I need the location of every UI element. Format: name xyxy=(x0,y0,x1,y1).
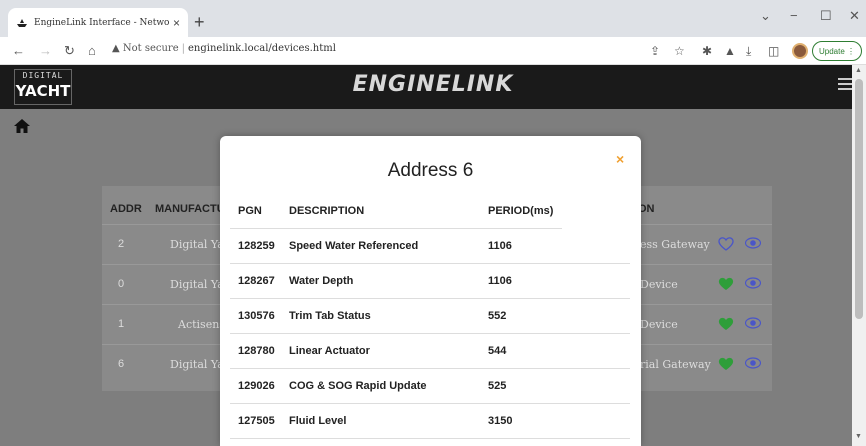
pgn-period: 3150 xyxy=(488,415,513,427)
pgn-row: 128267 Water Depth 1106 xyxy=(230,264,630,299)
eye-icon[interactable] xyxy=(745,277,761,289)
reload-icon[interactable]: ↻ xyxy=(64,43,75,59)
site-header: DIGITAL YACHT ENGINELINK xyxy=(0,65,866,109)
bookmark-star-icon[interactable]: ☆ xyxy=(674,43,685,59)
update-label: Update xyxy=(818,46,845,56)
modal-close-icon[interactable]: × xyxy=(616,151,624,167)
window-close-icon[interactable]: ✕ xyxy=(849,8,860,24)
scroll-down-icon[interactable]: ▼ xyxy=(855,433,862,440)
home-icon[interactable] xyxy=(14,119,30,133)
pgn-value: 127505 xyxy=(238,415,275,427)
home-button-icon[interactable]: ⌂ xyxy=(88,43,96,59)
pgn-row: 130576 Trim Tab Status 552 xyxy=(230,299,630,334)
page-scrollbar[interactable]: ▲ ▼ xyxy=(852,65,866,446)
row-manufacturer: Actisens xyxy=(178,318,225,331)
minimize-icon[interactable]: − xyxy=(790,8,798,23)
eye-icon[interactable] xyxy=(745,237,761,249)
pgn-description: Trim Tab Status xyxy=(289,310,371,322)
pgn-description: Water Depth xyxy=(289,275,354,287)
maximize-icon[interactable]: ☐ xyxy=(820,8,832,24)
scroll-up-icon[interactable]: ▲ xyxy=(855,67,862,74)
heart-outline-icon[interactable] xyxy=(718,237,734,251)
modal-header-description: DESCRIPTION xyxy=(289,205,365,217)
scrollbar-thumb[interactable] xyxy=(855,79,863,319)
enginelink-brand: ENGINELINK xyxy=(352,72,514,97)
pgn-row: 129026 COG & SOG Rapid Update 525 xyxy=(230,369,630,404)
pgn-period: 544 xyxy=(488,345,507,357)
row-function: Device xyxy=(640,318,678,331)
row-addr: 2 xyxy=(118,238,125,250)
modal-title: Address 6 xyxy=(387,160,474,181)
pgn-row: 128780 Linear Actuator 544 xyxy=(230,334,630,369)
download-icon[interactable]: ⤓ xyxy=(746,43,751,59)
row-addr: 1 xyxy=(118,318,125,330)
url-text: enginelink.local/devices.html xyxy=(188,43,336,54)
heart-filled-icon[interactable] xyxy=(718,317,734,331)
pgn-value: 128267 xyxy=(238,275,275,287)
modal-header-period: PERIOD(ms) xyxy=(488,205,554,217)
pgn-value: 129026 xyxy=(238,380,275,392)
address-bar[interactable]: ▲ Not secure | enginelink.local/devices.ht… xyxy=(112,43,336,54)
pgn-period: 1106 xyxy=(488,275,512,287)
header-addr: ADDR xyxy=(110,203,142,215)
eye-icon[interactable] xyxy=(745,317,761,329)
update-button[interactable]: Update ⋮ xyxy=(812,41,862,61)
pgn-row: 128259 Speed Water Referenced 1106 xyxy=(230,229,630,264)
browser-tab-strip: EngineLink Interface - Network × + ⌄ − ☐… xyxy=(0,0,866,37)
row-addr: 0 xyxy=(118,278,125,290)
row-addr: 6 xyxy=(118,358,125,370)
address-bar-row: ← → ↻ ⌂ ▲ Not secure | enginelink.local/de… xyxy=(0,37,866,65)
header-manufacturer: MANUFACTU xyxy=(155,203,225,215)
extensions-puzzle-icon[interactable]: ✱ xyxy=(702,43,712,59)
back-arrow-icon[interactable]: ← xyxy=(12,43,25,59)
share-icon[interactable]: ⇪ xyxy=(650,43,660,59)
forward-arrow-icon[interactable]: → xyxy=(39,43,52,59)
lab-flask-icon[interactable]: ▲ xyxy=(724,43,736,59)
pgn-value: 128259 xyxy=(238,240,275,252)
pgn-period: 1106 xyxy=(488,240,512,252)
pgn-row: 127505 Fluid Level 3150 xyxy=(230,404,630,439)
pgn-period: 552 xyxy=(488,310,507,322)
boat-favicon-icon xyxy=(17,18,27,27)
pgn-description: Linear Actuator xyxy=(289,345,370,357)
address-modal: Address 6 × PGN DESCRIPTION PERIOD(ms) 1… xyxy=(220,136,641,446)
row-function: ess Gateway xyxy=(640,238,710,251)
eye-icon[interactable] xyxy=(745,357,761,369)
tab-close-icon[interactable]: × xyxy=(173,16,180,30)
heart-filled-icon[interactable] xyxy=(718,357,734,371)
security-label: Not secure xyxy=(122,43,179,54)
pgn-description: Fluid Level xyxy=(289,415,347,427)
browser-tab[interactable]: EngineLink Interface - Network × xyxy=(8,8,188,37)
pgn-description: Speed Water Referenced xyxy=(289,240,419,252)
hamburger-menu-icon[interactable] xyxy=(838,78,852,90)
heart-filled-icon[interactable] xyxy=(718,277,734,291)
pgn-value: 128780 xyxy=(238,345,275,357)
row-function: rial Gateway xyxy=(640,358,711,371)
side-panel-icon[interactable]: ◫ xyxy=(768,43,779,59)
new-tab-button[interactable]: + xyxy=(194,12,205,32)
row-function: Device xyxy=(640,278,678,291)
pgn-period: 525 xyxy=(488,380,507,392)
pgn-description: COG & SOG Rapid Update xyxy=(289,380,427,392)
modal-header-pgn: PGN xyxy=(238,205,262,217)
pgn-value: 130576 xyxy=(238,310,275,322)
warning-icon: ▲ xyxy=(112,43,123,54)
profile-avatar[interactable] xyxy=(792,43,808,59)
tab-title: EngineLink Interface - Network xyxy=(34,17,169,28)
tab-search-icon[interactable]: ⌄ xyxy=(760,8,771,24)
url-separator: | xyxy=(181,43,186,54)
